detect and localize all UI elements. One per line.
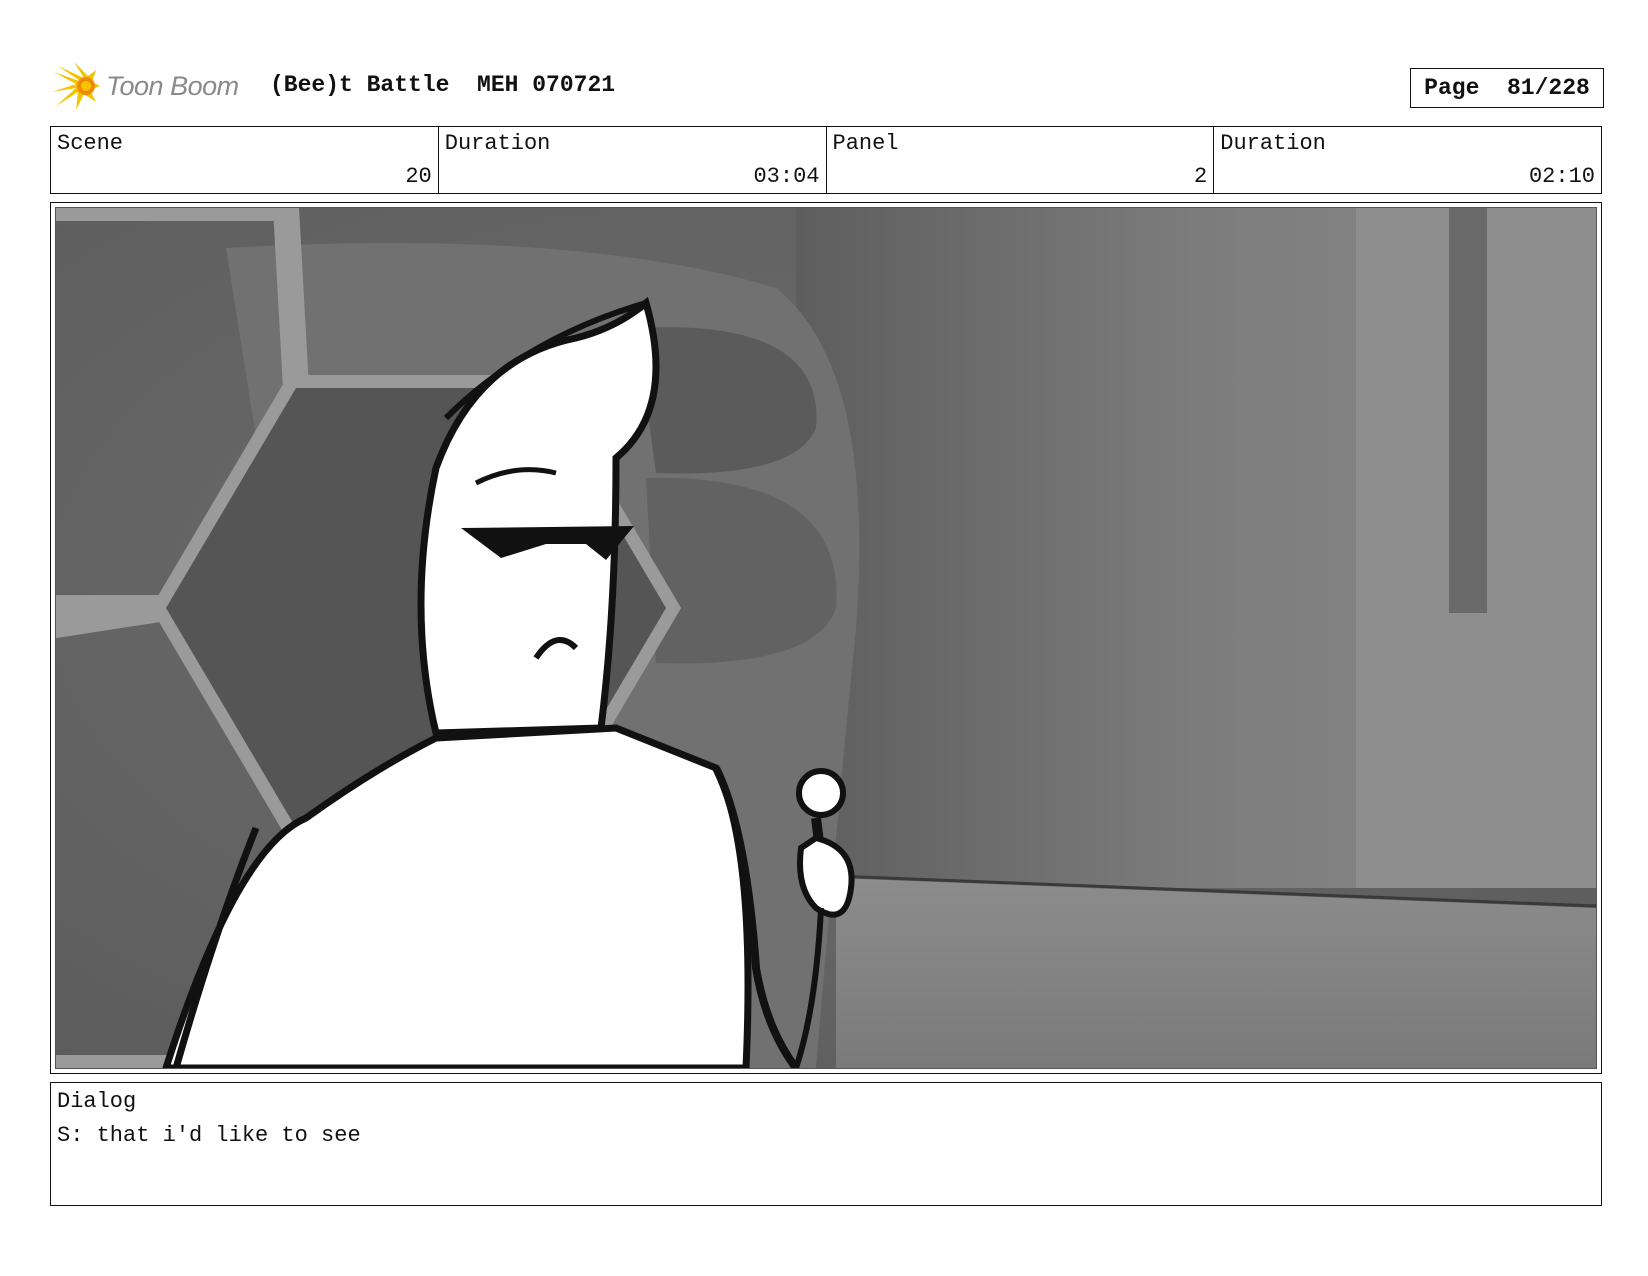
scene-duration-cell: Duration 03:04 bbox=[439, 127, 827, 193]
toon-boom-logo: Toon Boom bbox=[52, 62, 239, 110]
storyboard-drawing bbox=[56, 208, 1596, 1068]
scene-duration-label: Duration bbox=[444, 131, 551, 156]
wall-strip bbox=[1449, 208, 1487, 613]
page-label: Page bbox=[1424, 75, 1480, 101]
page-number: 81/228 bbox=[1507, 75, 1590, 101]
floor bbox=[836, 878, 1596, 1068]
dialog-text: S: that i'd like to see bbox=[57, 1123, 361, 1148]
dialog-label: Dialog bbox=[57, 1089, 137, 1114]
panel-image bbox=[55, 207, 1597, 1069]
storyboard-title: (Bee)t Battle MEH 070721 bbox=[270, 72, 616, 98]
scene-info-row: Scene 20 Duration 03:04 Panel 2 Duration… bbox=[50, 126, 1602, 194]
storyboard-panel bbox=[50, 202, 1602, 1074]
scene-label: Scene bbox=[57, 131, 124, 156]
panel-duration-label: Duration bbox=[1220, 131, 1326, 156]
logo-text: Toon Boom bbox=[106, 70, 239, 101]
panel-cell: Panel 2 bbox=[827, 127, 1215, 193]
panel-label: Panel bbox=[832, 131, 899, 156]
page-indicator: Page 81/228 bbox=[1410, 68, 1604, 108]
panel-duration-value: 02:10 bbox=[1528, 164, 1595, 189]
microphone-head bbox=[796, 768, 846, 818]
panel-number: 2 bbox=[1194, 164, 1208, 189]
page-header: Toon Boom (Bee)t Battle MEH 070721 Page … bbox=[52, 58, 1604, 114]
scene-number: 20 bbox=[405, 164, 432, 189]
panel-duration-cell: Duration 02:10 bbox=[1214, 127, 1601, 193]
scene-duration-value: 03:04 bbox=[753, 164, 820, 189]
starburst-icon bbox=[52, 62, 100, 110]
dialog-box: Dialog S: that i'd like to see bbox=[50, 1082, 1602, 1206]
scene-cell: Scene 20 bbox=[51, 127, 439, 193]
